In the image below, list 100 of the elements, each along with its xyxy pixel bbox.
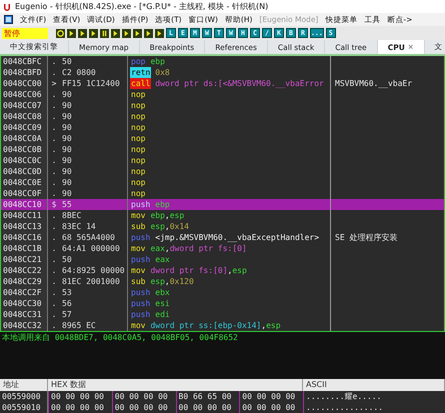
- toolbar-icon[interactable]: [56, 28, 65, 38]
- hex-cell: C2 0800: [60, 67, 128, 78]
- instruction-cell: nop: [128, 122, 331, 133]
- address-cell: 0048CC00: [1, 78, 48, 89]
- toolbar-icon[interactable]: [78, 28, 87, 38]
- toolbar-icon[interactable]: [122, 28, 131, 38]
- disassembly-row[interactable]: 0048CC16 . 68 565A4000 push <jmp.&MSVBVM60.__vbaExceptHandler> SE 处理程序安装: [1, 232, 444, 243]
- address-cell: 0048CC16: [1, 232, 48, 243]
- instruction-cell: mov eax,dword ptr fs:[0]: [128, 243, 331, 254]
- instruction-cell: push edi: [128, 309, 331, 320]
- hex-cell: 64:8925 00000: [60, 265, 128, 276]
- address-cell: 0048CC0E: [1, 177, 48, 188]
- marker-cell-text: .: [50, 254, 58, 265]
- hex-cell: 90: [60, 111, 128, 122]
- hex-cell: 8BEC: [60, 210, 128, 221]
- marker-cell-text: .: [50, 89, 58, 100]
- hex-cell: 81EC 2001000: [60, 276, 128, 287]
- address-cell: 0048CC07: [1, 100, 48, 111]
- disassembly-row[interactable]: 0048CC2F . 53 push ebx: [1, 287, 444, 298]
- instruction-cell: push <jmp.&MSVBVM60.__vbaExceptHandler>: [128, 232, 331, 243]
- marker-cell-text: >: [50, 78, 58, 89]
- hex-cell: 90: [60, 166, 128, 177]
- instruction-cell: call dword ptr ds:[<&MSVBVM60.__vbaError: [128, 78, 331, 89]
- marker-cell-text: .: [50, 221, 58, 232]
- disassembly-row[interactable]: 0048CC29 . 81EC 2001000 sub esp,0x120: [1, 276, 444, 287]
- address-cell: 0048CC13: [1, 221, 48, 232]
- address-cell: 0048CC10: [1, 199, 48, 210]
- hex-cell: FF15 1C12400: [60, 78, 128, 89]
- disassembly-row[interactable]: 0048CC0E . 90 nop: [1, 177, 444, 188]
- hex-cell: 00 00 00 00: [239, 402, 303, 413]
- hex-cell: 56: [60, 298, 128, 309]
- toolbar-icon[interactable]: [133, 28, 142, 38]
- marker-cell-text: .: [50, 320, 58, 331]
- toolbar-icon[interactable]: [100, 28, 109, 38]
- instruction-cell: sub esp,0x14: [128, 221, 331, 232]
- marker-cell-text: .: [50, 122, 58, 133]
- hex-cell: 90: [60, 155, 128, 166]
- instruction-cell: nop: [128, 155, 331, 166]
- disassembly-row[interactable]: 0048CC13 . 83EC 14 sub esp,0x14: [1, 221, 444, 232]
- comment-cell-text: SE 处理程序安装: [334, 232, 398, 243]
- hex-cell: 50: [60, 254, 128, 265]
- address-cell: 0048CC2F: [1, 287, 48, 298]
- instruction-cell: push ebx: [128, 287, 331, 298]
- address-cell: 0048CC31: [1, 309, 48, 320]
- instruction-cell: nop: [128, 100, 331, 111]
- disassembly-row[interactable]: 0048CC30 . 56 push esi: [1, 298, 444, 309]
- disassembly-row[interactable]: 0048CC07 . 90 nop: [1, 100, 444, 111]
- address-cell: 0048CC32: [1, 320, 48, 331]
- hex-cell: 00 00 00 00: [176, 402, 240, 413]
- toolbar-icon[interactable]: [111, 28, 120, 38]
- hex-cell: 90: [60, 89, 128, 100]
- marker-cell-text: .: [50, 309, 58, 320]
- address-cell: 0048CBFD: [1, 67, 48, 78]
- ascii-cell: ................: [303, 402, 445, 413]
- address-cell: 0048CC08: [1, 111, 48, 122]
- address-cell: 0048CC29: [1, 276, 48, 287]
- address-cell: 0048CC09: [1, 122, 48, 133]
- marker-cell-text: .: [50, 188, 58, 199]
- address-cell: 0048CC0F: [1, 188, 48, 199]
- toolbar-icon[interactable]: [67, 28, 76, 38]
- marker-cell-text: .: [50, 155, 58, 166]
- disassembly-row[interactable]: 0048CC11 . 8BEC mov ebp,esp: [1, 210, 444, 221]
- marker-cell-text: .: [50, 210, 58, 221]
- marker-cell-text: .: [50, 67, 58, 78]
- disassembly-row[interactable]: 0048CC31 . 57 push edi: [1, 309, 444, 320]
- disassembly-row[interactable]: 0048CC22 . 64:8925 00000 mov dword ptr fs:[0],esp: [1, 265, 444, 276]
- marker-cell-text: .: [50, 276, 58, 287]
- marker-cell-text: .: [50, 243, 58, 254]
- address-cell: 0048CC0D: [1, 166, 48, 177]
- disassembly-row[interactable]: 0048CC10 $ 55 push ebp: [1, 199, 444, 210]
- hex-cell: 90: [60, 144, 128, 155]
- toolbar-icon[interactable]: [144, 28, 153, 38]
- instruction-cell: nop: [128, 89, 331, 100]
- marker-cell-text: .: [50, 287, 58, 298]
- hex-cell: 57: [60, 309, 128, 320]
- comment-cell-text: MSVBVM60.__vbaEr: [334, 78, 414, 89]
- marker-cell-text: .: [50, 298, 58, 309]
- address-cell: 0048CC06: [1, 89, 48, 100]
- toolbar-icon[interactable]: [155, 28, 164, 38]
- window-icon[interactable]: [4, 15, 13, 24]
- address-cell: 0048CBFC: [1, 56, 48, 67]
- address-cell: 0048CC11: [1, 210, 48, 221]
- disassembly-row[interactable]: 0048CC1B . 64:A1 000000 mov eax,dword ptr fs:[0]: [1, 243, 444, 254]
- marker-cell-text: $: [50, 199, 58, 210]
- marker-cell-text: .: [50, 111, 58, 122]
- address-cell: 0048CC0A: [1, 133, 48, 144]
- disassembly-row[interactable]: 0048CC0C . 90 nop: [1, 155, 444, 166]
- instruction-cell: nop: [128, 144, 331, 155]
- marker-cell-text: .: [50, 144, 58, 155]
- instruction-cell: push ebp: [128, 199, 331, 210]
- instruction-cell: sub esp,0x120: [128, 276, 331, 287]
- hex-cell: 68 565A4000: [60, 232, 128, 243]
- toolbar-icon[interactable]: [89, 28, 98, 38]
- marker-cell-text: .: [50, 232, 58, 243]
- instruction-cell: nop: [128, 166, 331, 177]
- hex-cell: 90: [60, 122, 128, 133]
- disassembly-row[interactable]: 0048CC00 > FF15 1C12400 call dword ptr ds:[<&MSVBVM60.__vbaError MSVBVM60.__vbaEr: [1, 78, 444, 89]
- disassembly-row[interactable]: 0048CC21 . 50 push eax: [1, 254, 444, 265]
- hex-cell: 00 00 00 00: [48, 402, 112, 413]
- marker-cell-text: .: [50, 177, 58, 188]
